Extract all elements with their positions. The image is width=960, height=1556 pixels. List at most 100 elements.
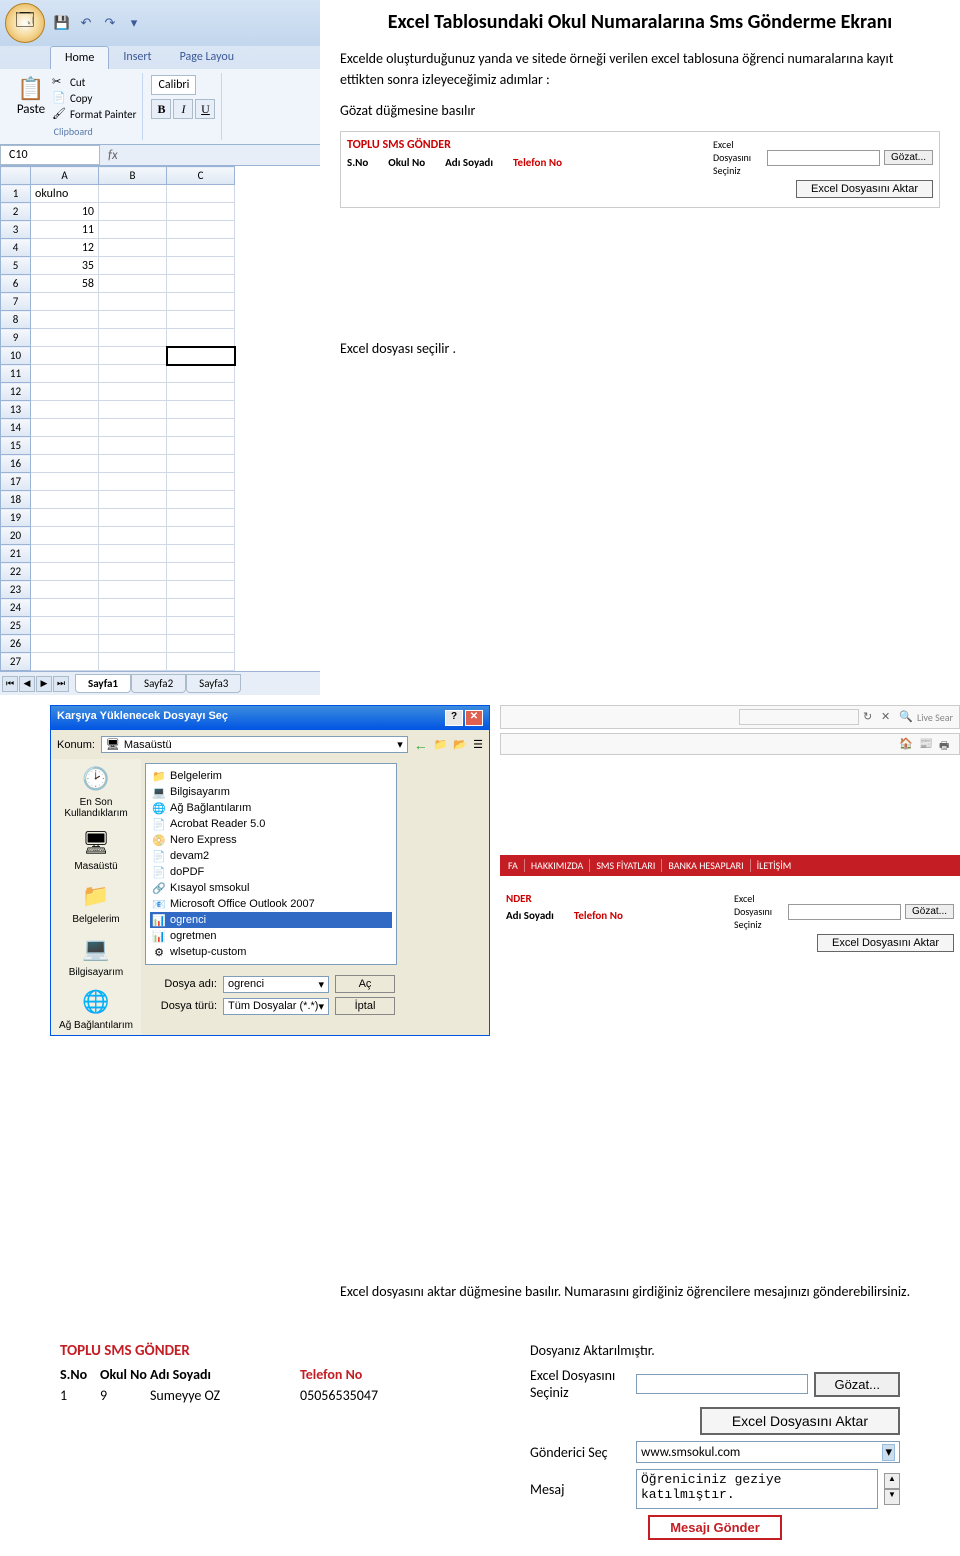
row-header[interactable]: 23 [1, 581, 31, 599]
name-box[interactable]: C10 [0, 145, 100, 165]
file-item[interactable]: 🔗Kısayol smsokul [150, 880, 392, 896]
cell[interactable] [31, 401, 99, 419]
row-header[interactable]: 3 [1, 221, 31, 239]
cell[interactable]: 10 [31, 203, 99, 221]
row-header[interactable]: 4 [1, 239, 31, 257]
nav-item[interactable]: HAKKIMIZDA [531, 859, 590, 872]
file-item[interactable]: 📊ogretmen [150, 928, 392, 944]
cell[interactable] [31, 509, 99, 527]
cell[interactable] [167, 383, 235, 401]
cell[interactable] [167, 275, 235, 293]
tab-home[interactable]: Home [50, 46, 109, 69]
qat-dropdown-icon[interactable]: ▾ [125, 14, 143, 32]
row-header[interactable]: 1 [1, 185, 31, 203]
location-combo[interactable]: 🖥 Masaüstü ▾ [101, 736, 408, 753]
cell[interactable] [167, 401, 235, 419]
row-header[interactable]: 9 [1, 329, 31, 347]
cell[interactable]: 12 [31, 239, 99, 257]
browse-button[interactable]: Gözat... [905, 904, 954, 919]
cell[interactable] [167, 239, 235, 257]
cell[interactable] [167, 617, 235, 635]
row-header[interactable]: 22 [1, 563, 31, 581]
place-network[interactable]: 🌐Ağ Bağlantılarım [59, 986, 133, 1031]
file-path-input[interactable] [636, 1374, 808, 1394]
cell[interactable] [31, 311, 99, 329]
cell[interactable] [167, 581, 235, 599]
cell[interactable]: okulno [31, 185, 99, 203]
underline-button[interactable]: U [195, 99, 215, 119]
spreadsheet[interactable]: ABC 1okulno21031141253565878910111213141… [0, 166, 236, 671]
row-header[interactable]: 20 [1, 527, 31, 545]
cell[interactable] [167, 545, 235, 563]
copy-button[interactable]: 📄Copy [52, 91, 136, 105]
filetype-combo[interactable]: Tüm Dosyalar (*.*) ▾ [223, 998, 329, 1015]
cancel-button[interactable]: İptal [335, 997, 395, 1015]
cell[interactable] [99, 653, 167, 671]
row-header[interactable]: 16 [1, 455, 31, 473]
place-computer[interactable]: 💻Bilgisayarım [69, 933, 123, 978]
cell[interactable] [167, 365, 235, 383]
cell[interactable] [99, 545, 167, 563]
row-header[interactable]: 19 [1, 509, 31, 527]
file-path-input[interactable] [767, 150, 880, 166]
file-item[interactable]: 📧Microsoft Office Outlook 2007 [150, 896, 392, 912]
cell[interactable] [31, 527, 99, 545]
place-desktop[interactable]: 🖥Masaüstü [74, 827, 117, 872]
cell[interactable] [167, 509, 235, 527]
row-header[interactable]: 15 [1, 437, 31, 455]
file-item[interactable]: ⚙wlsetup-custom [150, 944, 392, 960]
row-header[interactable]: 7 [1, 293, 31, 311]
cell[interactable] [167, 329, 235, 347]
cell[interactable] [99, 437, 167, 455]
file-path-input[interactable] [788, 904, 901, 920]
cell[interactable] [99, 293, 167, 311]
col-header[interactable]: B [99, 167, 167, 185]
file-item[interactable]: 📁Belgelerim [150, 768, 392, 784]
redo-icon[interactable]: ↷ [101, 14, 119, 32]
cell[interactable] [99, 509, 167, 527]
cell[interactable] [99, 257, 167, 275]
cell[interactable] [99, 185, 167, 203]
cell[interactable] [31, 473, 99, 491]
row-header[interactable]: 5 [1, 257, 31, 275]
cell[interactable] [99, 203, 167, 221]
row-header[interactable]: 21 [1, 545, 31, 563]
cell[interactable] [167, 221, 235, 239]
cell[interactable] [167, 653, 235, 671]
sender-select[interactable]: www.smsokul.com ▾ [636, 1441, 900, 1463]
cell[interactable] [99, 347, 167, 365]
cell[interactable] [99, 635, 167, 653]
sheet-nav-prev[interactable]: ◀ [19, 676, 35, 692]
close-button[interactable]: ✕ [465, 710, 483, 726]
font-name-combo[interactable]: Calibri [151, 75, 196, 95]
cell[interactable] [99, 599, 167, 617]
sheet-tab[interactable]: Sayfa1 [75, 674, 131, 693]
nav-item[interactable]: SMS FİYATLARI [596, 859, 662, 872]
cell[interactable] [31, 419, 99, 437]
col-header[interactable]: C [167, 167, 235, 185]
cell[interactable] [167, 527, 235, 545]
cell[interactable] [31, 347, 99, 365]
cell[interactable] [167, 311, 235, 329]
cell[interactable] [167, 491, 235, 509]
format-painter-button[interactable]: 🖌Format Painter [52, 107, 136, 121]
cell[interactable] [31, 383, 99, 401]
sheet-nav-next[interactable]: ▶ [36, 676, 52, 692]
row-header[interactable]: 17 [1, 473, 31, 491]
cell[interactable] [99, 563, 167, 581]
refresh-icon[interactable]: ↻ [863, 710, 877, 724]
row-header[interactable]: 14 [1, 419, 31, 437]
row-header[interactable]: 10 [1, 347, 31, 365]
filename-input[interactable]: ogrenci ▾ [223, 976, 329, 993]
cell[interactable] [167, 437, 235, 455]
row-header[interactable]: 6 [1, 275, 31, 293]
bold-button[interactable]: B [151, 99, 171, 119]
browse-button[interactable]: Gözat... [814, 1372, 900, 1397]
browse-button[interactable]: Gözat... [884, 150, 933, 165]
cell[interactable] [167, 185, 235, 203]
file-item[interactable]: 📄doPDF [150, 864, 392, 880]
row-header[interactable]: 2 [1, 203, 31, 221]
home-icon[interactable]: 🏠 [899, 737, 913, 751]
cell[interactable] [99, 419, 167, 437]
cell[interactable] [99, 275, 167, 293]
